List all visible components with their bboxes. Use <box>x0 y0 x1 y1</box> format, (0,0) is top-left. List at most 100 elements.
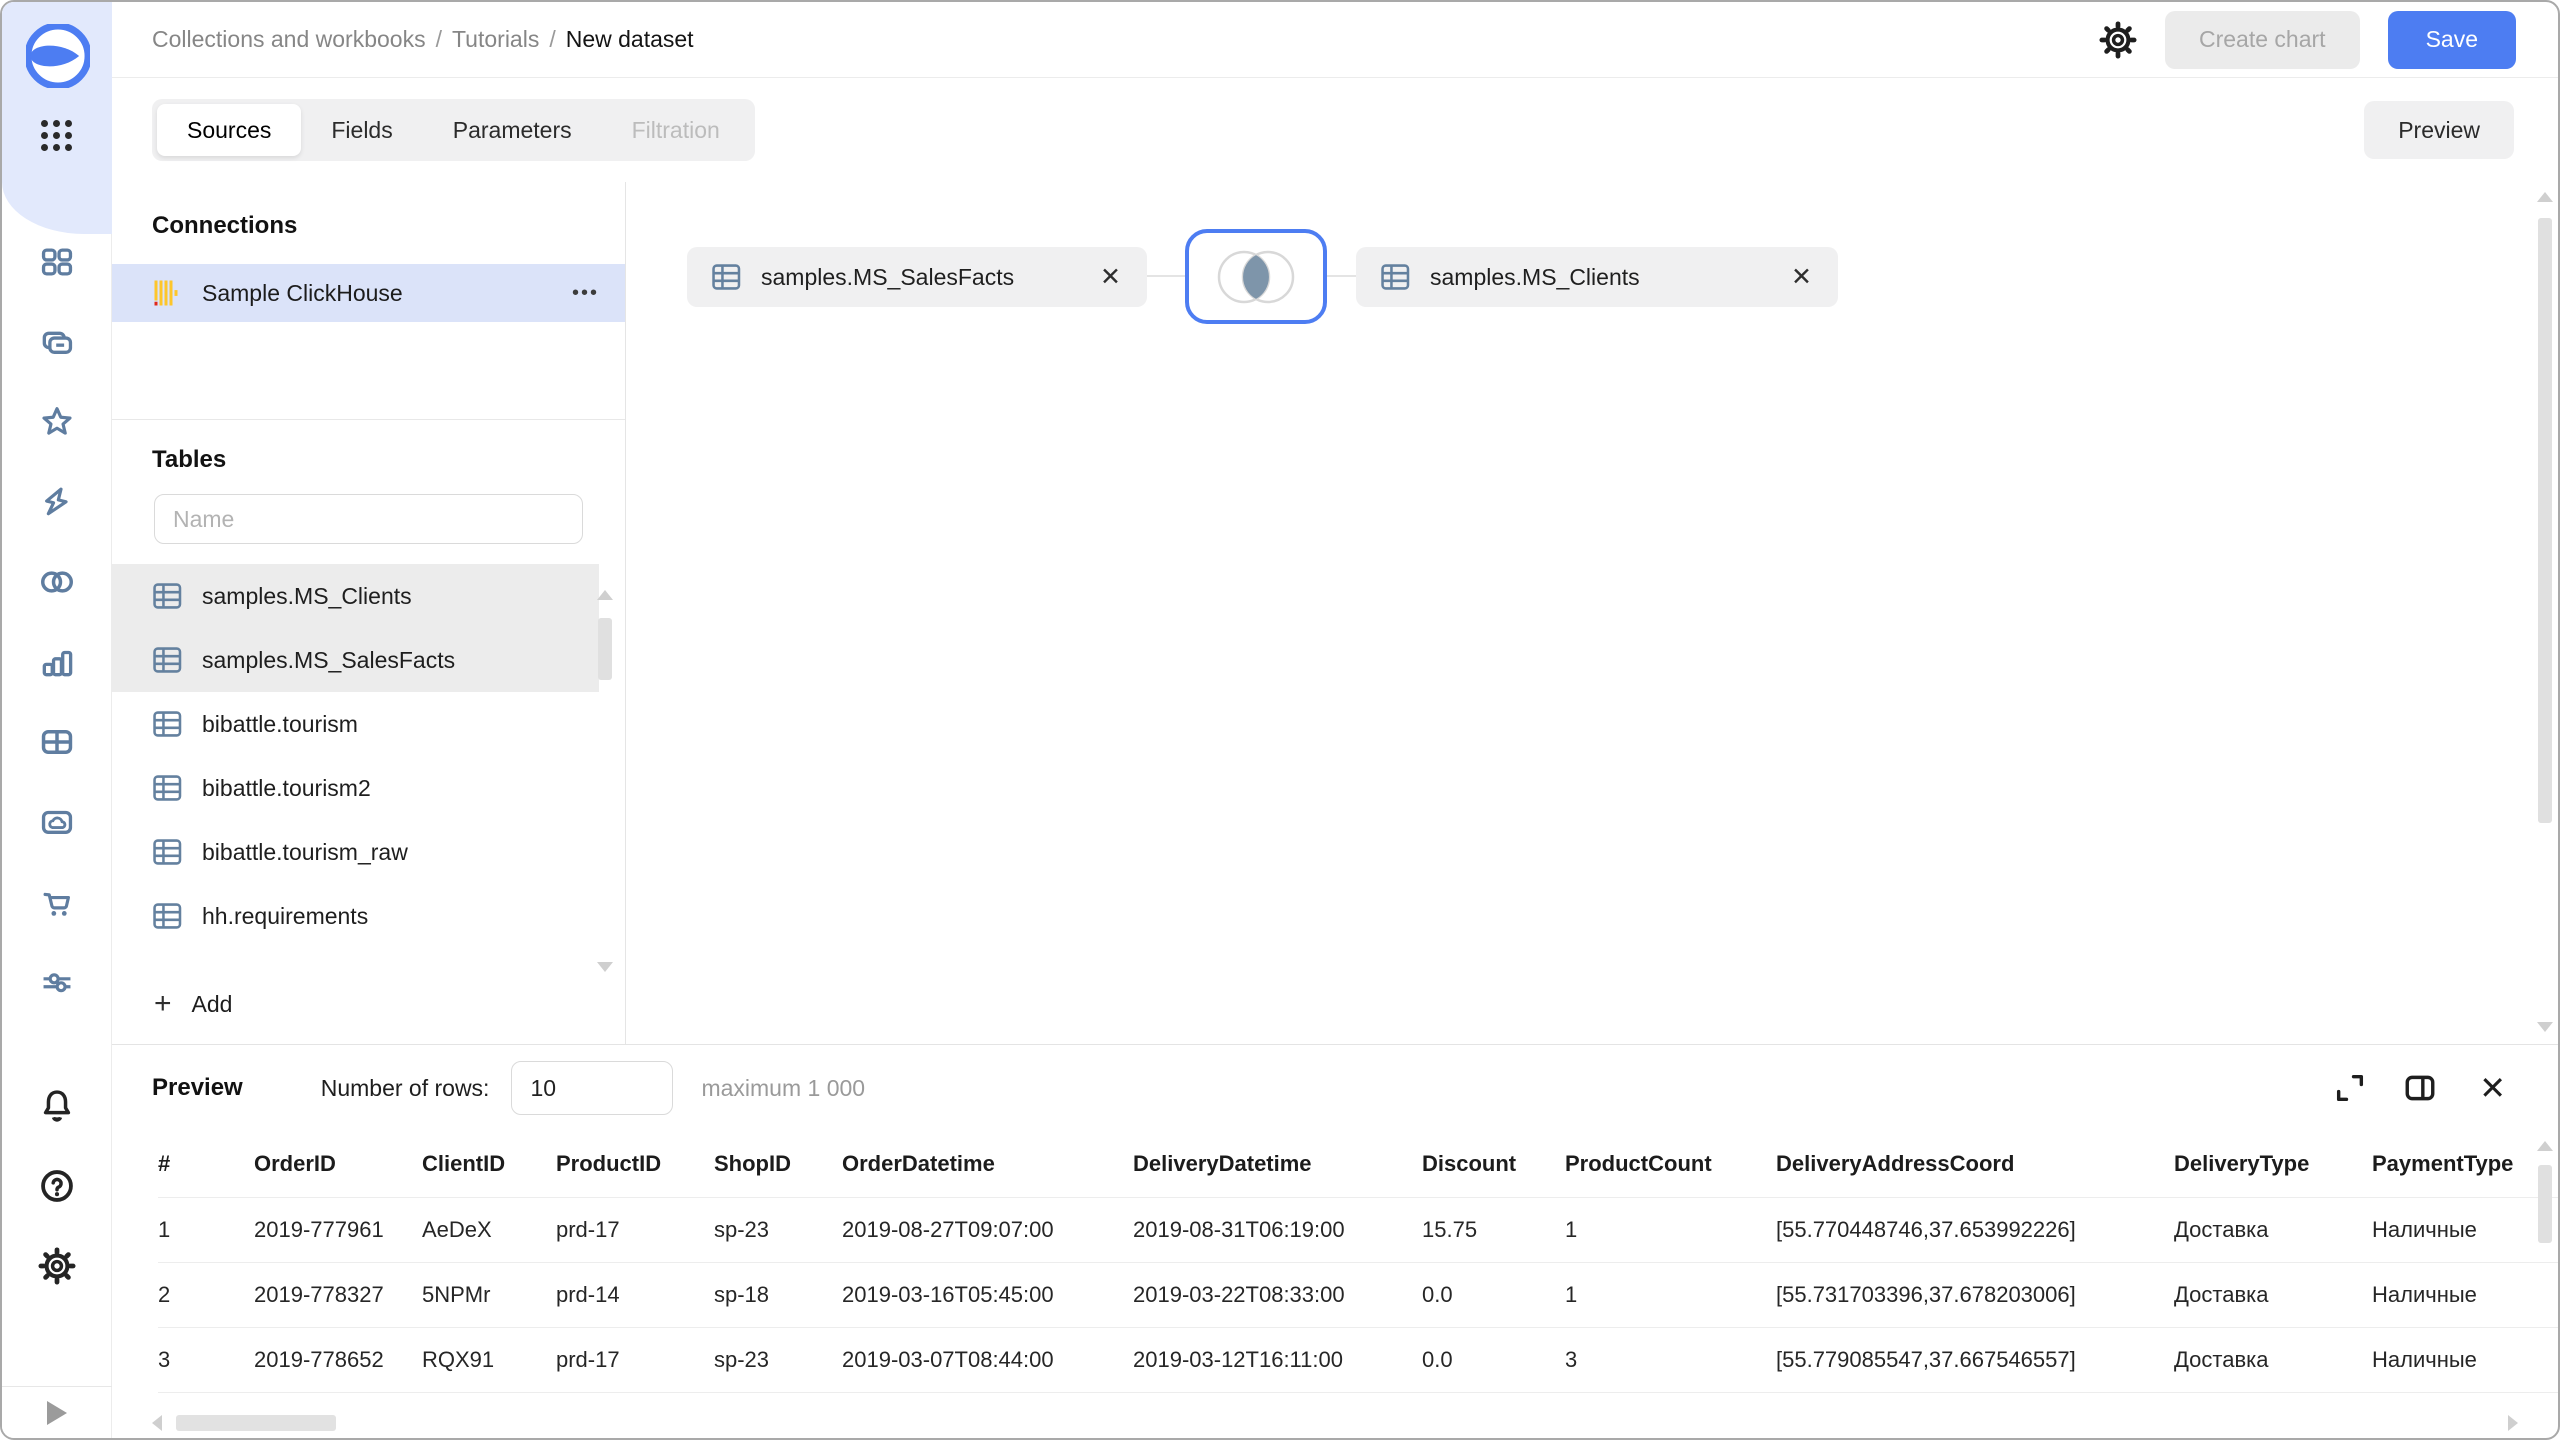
table-icon <box>152 838 184 866</box>
preview-vertical-scrollbar[interactable] <box>2537 1141 2553 1391</box>
cell: 2 <box>158 1262 254 1327</box>
preview-toggle-button[interactable]: Preview <box>2364 101 2514 159</box>
tab-sources[interactable]: Sources <box>157 104 301 156</box>
datasets-icon[interactable] <box>37 562 77 602</box>
scrollbar-thumb[interactable] <box>598 618 612 680</box>
save-button[interactable]: Save <box>2388 11 2516 69</box>
cell: [55.770448746,37.653992226] <box>1776 1197 2174 1262</box>
cell: 2019-03-07T08:44:00 <box>842 1327 1133 1392</box>
dataset-settings-gear-icon[interactable] <box>2099 21 2137 59</box>
connection-name: Sample ClickHouse <box>202 280 552 307</box>
rows-max-hint: maximum 1 000 <box>701 1075 865 1102</box>
preview-horizontal-scrollbar[interactable] <box>152 1414 2518 1432</box>
scroll-up-icon[interactable] <box>597 590 613 600</box>
expand-panel-icon[interactable] <box>2 1386 112 1438</box>
breadcrumb-separator: / <box>436 26 442 52</box>
table-list-item[interactable]: samples.MS_SalesFacts <box>112 628 599 692</box>
tab-filtration[interactable]: Filtration <box>602 104 750 156</box>
table-list-item[interactable]: samples.MS_Clients <box>112 564 599 628</box>
source-chip-salesfacts[interactable]: samples.MS_SalesFacts ✕ <box>687 247 1147 307</box>
cell: 0.0 <box>1422 1327 1565 1392</box>
widgets-icon[interactable] <box>37 242 77 282</box>
table-icon <box>152 646 184 674</box>
column-header-productcount: ProductCount <box>1565 1131 1776 1197</box>
source-chip-label: samples.MS_SalesFacts <box>761 264 1080 291</box>
remove-source-icon[interactable]: ✕ <box>1789 262 1814 292</box>
scroll-down-icon[interactable] <box>597 962 613 972</box>
cell: Доставка <box>2174 1197 2372 1262</box>
join-node[interactable] <box>1185 229 1327 324</box>
cell: prd-17 <box>556 1327 714 1392</box>
create-chart-button[interactable]: Create chart <box>2165 11 2360 69</box>
close-preview-icon[interactable]: ✕ <box>2473 1071 2512 1105</box>
notifications-icon[interactable] <box>37 1086 77 1126</box>
help-icon[interactable] <box>37 1166 77 1206</box>
favorites-icon[interactable] <box>37 402 77 442</box>
table-search-input[interactable] <box>155 506 582 533</box>
cell: 0.0 <box>1422 1262 1565 1327</box>
add-table-button[interactable]: + Add <box>112 976 232 1032</box>
tables-scrollbar[interactable] <box>597 590 613 972</box>
sources-left-panel: Connections Sample ClickHouse ••• <box>112 182 626 1044</box>
charts-icon[interactable] <box>37 642 77 682</box>
sidebar-bottom-nav <box>2 1086 112 1286</box>
connections-icon[interactable] <box>37 482 77 522</box>
cell: 2019-777961 <box>254 1197 422 1262</box>
source-chip-clients[interactable]: samples.MS_Clients ✕ <box>1356 247 1838 307</box>
gallery-icon[interactable] <box>37 802 77 842</box>
table-row: 22019-7783275NPMrprd-14sp-182019-03-16T0… <box>158 1262 2558 1327</box>
tables-list: samples.MS_Clients samples.MS_SalesFacts… <box>112 564 625 948</box>
breadcrumb-item[interactable]: Collections and workbooks <box>152 26 426 52</box>
rows-count-input[interactable] <box>511 1061 673 1115</box>
cell: 3 <box>158 1327 254 1392</box>
cell: sp-18 <box>714 1262 842 1327</box>
services-icon[interactable] <box>37 962 77 1002</box>
datalens-logo-icon[interactable] <box>26 24 90 88</box>
cell: prd-17 <box>556 1197 714 1262</box>
scroll-up-icon[interactable] <box>2537 192 2553 202</box>
scrollbar-thumb[interactable] <box>2538 1165 2552 1243</box>
split-view-icon[interactable] <box>2403 1071 2437 1105</box>
cell: RQX91 <box>422 1327 556 1392</box>
apps-grid-icon[interactable] <box>41 120 73 152</box>
cell: 2019-778327 <box>254 1262 422 1327</box>
table-search <box>154 494 583 544</box>
cell: 15.75 <box>1422 1197 1565 1262</box>
marketplace-icon[interactable] <box>37 882 77 922</box>
table-list-item[interactable]: bibattle.tourism <box>112 692 599 756</box>
more-menu-icon[interactable]: ••• <box>572 283 599 303</box>
scroll-up-icon[interactable] <box>2537 1141 2553 1151</box>
scroll-right-icon[interactable] <box>2508 1415 2518 1431</box>
table-list-item[interactable]: hh.requirements <box>112 884 599 948</box>
header-actions: Create chart Save <box>2099 11 2516 69</box>
scroll-down-icon[interactable] <box>2537 1022 2553 1032</box>
cell: 1 <box>1565 1262 1776 1327</box>
dashboards-icon[interactable] <box>37 722 77 762</box>
connection-item[interactable]: Sample ClickHouse ••• <box>112 264 625 322</box>
collections-icon[interactable] <box>37 322 77 362</box>
cell: sp-23 <box>714 1327 842 1392</box>
play-triangle-icon <box>47 1401 67 1425</box>
source-chip-label: samples.MS_Clients <box>1430 264 1771 291</box>
canvas-scrollbar[interactable] <box>2537 192 2553 1032</box>
remove-source-icon[interactable]: ✕ <box>1098 262 1123 292</box>
tab-parameters[interactable]: Parameters <box>423 104 602 156</box>
fullscreen-icon[interactable] <box>2333 1071 2367 1105</box>
clickhouse-icon <box>152 278 182 308</box>
table-list-item[interactable]: bibattle.tourism_raw <box>112 820 599 884</box>
cell: Наличные <box>2372 1262 2558 1327</box>
column-header-deliveryaddresscoord: DeliveryAddressCoord <box>1776 1131 2174 1197</box>
tab-fields[interactable]: Fields <box>301 104 422 156</box>
scrollbar-thumb[interactable] <box>2538 218 2552 823</box>
cell: Доставка <box>2174 1262 2372 1327</box>
breadcrumb-item[interactable]: Tutorials <box>452 26 539 52</box>
column-header-orderid: OrderID <box>254 1131 422 1197</box>
breadcrumb: Collections and workbooks/Tutorials/New … <box>152 26 2099 53</box>
settings-icon[interactable] <box>37 1246 77 1286</box>
scroll-left-icon[interactable] <box>152 1415 162 1431</box>
column-header-num: # <box>158 1131 254 1197</box>
table-row: 12019-777961AeDeXprd-17sp-232019-08-27T0… <box>158 1197 2558 1262</box>
table-list-item[interactable]: bibattle.tourism2 <box>112 756 599 820</box>
scrollbar-thumb[interactable] <box>176 1415 336 1431</box>
table-name: samples.MS_Clients <box>202 583 412 610</box>
